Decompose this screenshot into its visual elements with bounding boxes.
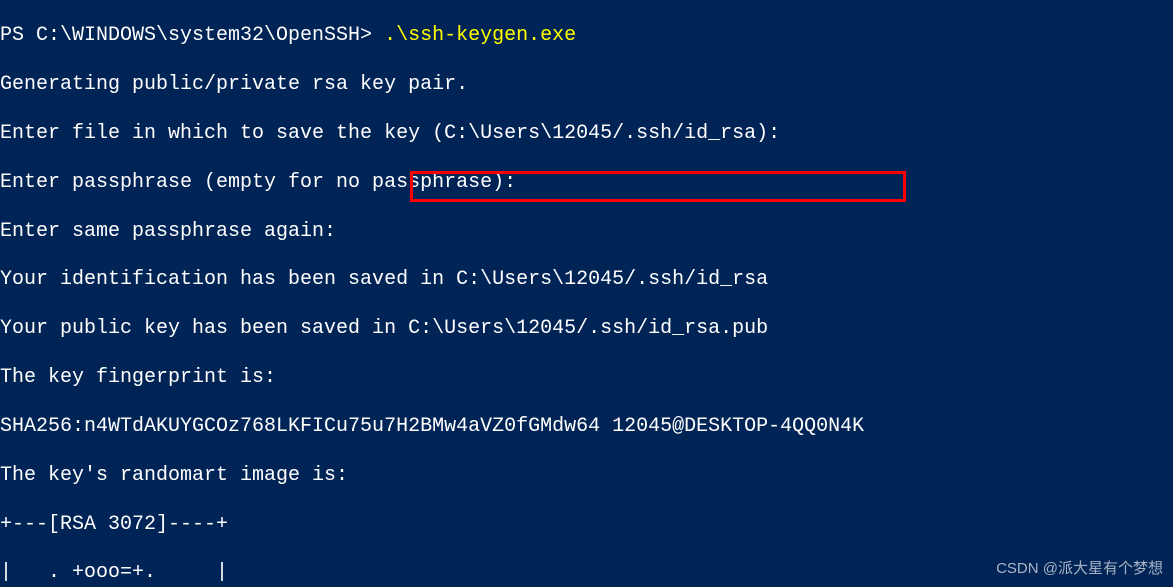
output-line: Your public key has been saved in C:\Use… bbox=[0, 317, 1173, 341]
output-line: The key fingerprint is: bbox=[0, 366, 1173, 390]
output-line: SHA256:n4WTdAKUYGCOz768LKFICu75u7H2BMw4a… bbox=[0, 415, 1173, 439]
prompt-line: PS C:\WINDOWS\system32\OpenSSH> .\ssh-ke… bbox=[0, 24, 1173, 48]
output-line: Enter file in which to save the key (C:\… bbox=[0, 122, 1173, 146]
output-line: The key's randomart image is: bbox=[0, 464, 1173, 488]
randomart-line: +---[RSA 3072]----+ bbox=[0, 513, 1173, 537]
output-text-highlighted: n C:\Users\12045/.ssh/id_rsa.pub bbox=[384, 317, 768, 340]
ps-prompt: PS C:\WINDOWS\system32\OpenSSH> bbox=[0, 24, 384, 47]
randomart-line: | . +ooo=+. | bbox=[0, 561, 1173, 585]
output-line: Enter passphrase (empty for no passphras… bbox=[0, 171, 1173, 195]
output-line: Your identification has been saved in C:… bbox=[0, 268, 1173, 292]
powershell-terminal[interactable]: PS C:\WINDOWS\system32\OpenSSH> .\ssh-ke… bbox=[0, 0, 1173, 587]
typed-command: .\ssh-keygen.exe bbox=[384, 24, 576, 47]
output-line: Enter same passphrase again: bbox=[0, 220, 1173, 244]
output-line: Generating public/private rsa key pair. bbox=[0, 73, 1173, 97]
output-text: Your public key has been saved i bbox=[0, 317, 384, 340]
